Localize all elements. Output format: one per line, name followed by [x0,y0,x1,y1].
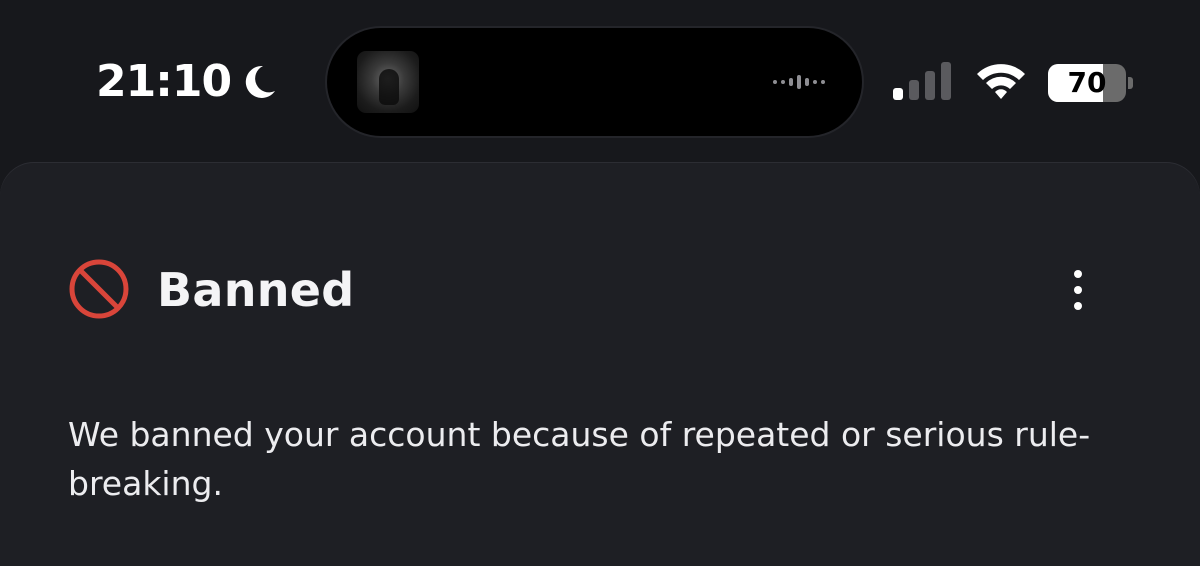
wifi-icon [974,60,1028,107]
waveform-icon [771,72,831,92]
more-options-button[interactable] [1056,262,1100,318]
ban-message: We banned your account because of repeat… [68,415,1091,503]
more-vertical-icon [1071,268,1085,312]
status-bar: 21:10 70 [0,0,1200,160]
album-art[interactable] [357,51,419,113]
battery-body: 70 [1048,64,1126,102]
album-art-figure [379,69,399,105]
dynamic-island[interactable] [327,28,862,136]
battery-level: 70 [1067,66,1107,99]
cellular-signal-icon [893,62,955,107]
battery-cap [1128,77,1133,89]
phone-screen: 21:10 70 Banned We banned your account b… [0,0,1200,566]
status-time: 21:10 [96,56,232,107]
moon-icon [243,63,277,101]
ban-notice-sheet: Banned We banned your account because of… [0,162,1200,566]
clock-group: 21:10 [96,52,277,112]
sheet-title: Banned [157,263,355,317]
prohibited-icon [68,258,130,320]
battery-indicator: 70 [1048,64,1133,102]
